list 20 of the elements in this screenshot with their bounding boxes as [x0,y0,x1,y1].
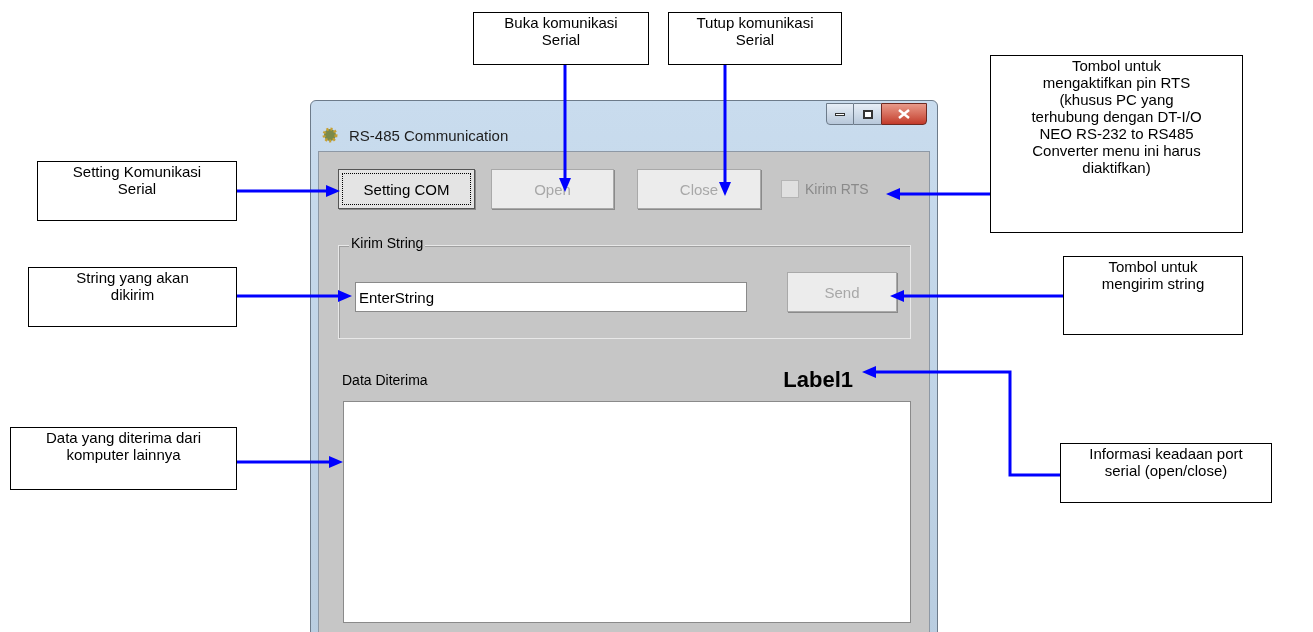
field-label: Data Diterima [342,371,428,390]
callout-text: Tombol untuk mengaktifkan pin RTS (khusus PC yang terhubung dengan DT-I/O NEO RS-232 to RS485 Converter menu ini harus diaktifkan) [1030,57,1203,178]
maximize-button[interactable] [854,103,881,125]
callout-text: Tutup komunikasi Serial [695,14,815,50]
minimize-button[interactable] [826,103,854,125]
status-label: Label1 [783,369,853,391]
text-field[interactable]: EnterString [355,282,747,312]
callout-text: Buka komunikasi Serial [503,14,619,50]
close-icon [898,109,910,119]
window-title: RS-485 Communication [349,126,509,146]
checkbox-label: Kirim RTS [805,179,869,199]
close-button[interactable] [881,103,927,125]
callout-text: Data yang diterima dari komputer lainnya [44,429,203,465]
callout-text: Setting Komunikasi Serial [71,163,203,199]
group-title: Kirim String [349,236,426,250]
push-button[interactable]: Setting COM [338,169,475,209]
callout-text: Informasi keadaan port serial (open/close) [1088,445,1244,481]
callout-text: Tombol untuk mengirim string [1100,258,1206,294]
gear-icon [321,126,339,144]
callout-text: String yang akan dikirim [75,269,190,305]
